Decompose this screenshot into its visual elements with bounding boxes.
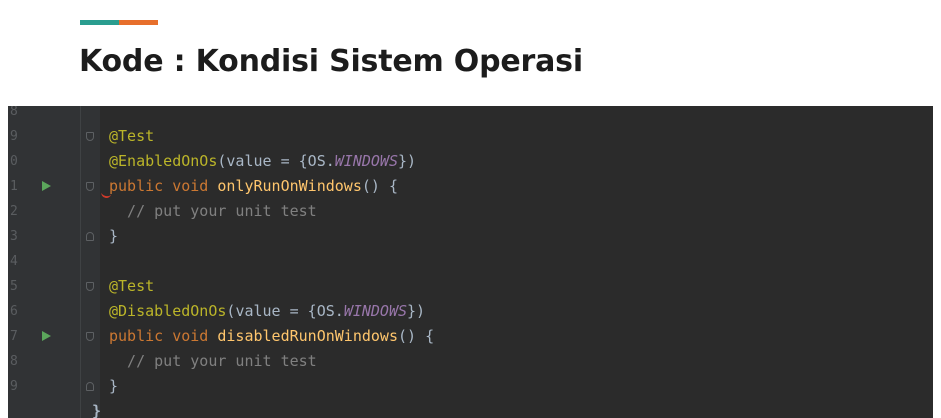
- line-number: 9: [10, 129, 18, 144]
- fold-toggle-icon[interactable]: [86, 132, 94, 141]
- code-editor[interactable]: 8 9 @Test 0 @EnabledOnOs(value = {OS.WINDOWS…: [8, 106, 933, 418]
- accent-bar-teal: [80, 20, 119, 25]
- code-line[interactable]: 9}: [8, 374, 933, 399]
- code-token: public void: [109, 327, 218, 345]
- code-token: }): [407, 302, 426, 320]
- line-number: 8: [10, 354, 18, 369]
- line-number: 9: [10, 379, 18, 394]
- code-token: // put your unit test: [109, 202, 317, 220]
- code-token: }: [109, 227, 119, 245]
- code-token: public void: [109, 177, 218, 195]
- accent-bar-orange: [119, 20, 158, 25]
- fold-toggle-icon[interactable]: [86, 232, 94, 241]
- code-token: value: [226, 152, 272, 170]
- code-line[interactable]: 7 public void disabledRunOnWindows() {: [8, 324, 933, 349]
- code-line[interactable]: 2 // put your unit test: [8, 199, 933, 224]
- code-line[interactable]: 8: [8, 106, 933, 124]
- fold-toggle-icon[interactable]: [86, 382, 94, 391]
- code-token: @Test: [109, 127, 155, 145]
- code-text: }: [109, 224, 118, 249]
- code-token: onlyRunOnWindows: [217, 177, 362, 195]
- code-token: () {: [398, 327, 435, 345]
- line-number: 1: [10, 179, 18, 194]
- code-text: public void disabledRunOnWindows() {: [109, 324, 434, 349]
- code-line[interactable]: 8 // put your unit test: [8, 349, 933, 374]
- code-token: = {OS.: [271, 152, 335, 170]
- code-line[interactable]: 6 @DisabledOnOs(value = {OS.WINDOWS}): [8, 299, 933, 324]
- code-line[interactable]: 3}: [8, 224, 933, 249]
- run-test-icon[interactable]: [42, 181, 51, 191]
- code-line[interactable]: }: [8, 399, 933, 418]
- line-number: 6: [10, 304, 18, 319]
- code-text: @Test: [109, 274, 154, 299]
- line-number: 5: [10, 279, 18, 294]
- line-number: 3: [10, 229, 18, 244]
- code-token: WINDOWS: [334, 152, 398, 170]
- code-token: = {OS.: [280, 302, 344, 320]
- code-token: @Test: [109, 277, 155, 295]
- code-token: @EnabledOnOs: [109, 152, 218, 170]
- code-text: @Test: [109, 124, 154, 149]
- fold-toggle-icon[interactable]: [86, 282, 94, 291]
- code-token: WINDOWS: [343, 302, 408, 320]
- code-text: // put your unit test: [109, 349, 317, 374]
- code-line[interactable]: 0 @EnabledOnOs(value = {OS.WINDOWS}): [8, 149, 933, 174]
- code-text: public void onlyRunOnWindows() {: [109, 174, 398, 199]
- code-line[interactable]: 4: [8, 249, 933, 274]
- line-number: 0: [10, 154, 18, 169]
- slide: Kode : Kondisi Sistem Operasi 8 9 @Test 0 @E…: [0, 0, 941, 418]
- line-number: 7: [10, 329, 18, 344]
- line-number: 4: [10, 254, 18, 269]
- code-token: }): [398, 152, 417, 170]
- line-number: 2: [10, 204, 18, 219]
- code-token: value: [235, 302, 281, 320]
- code-text: }: [92, 399, 101, 418]
- fold-toggle-icon[interactable]: [86, 182, 94, 191]
- fold-toggle-icon[interactable]: [86, 332, 94, 341]
- run-test-icon[interactable]: [42, 331, 51, 341]
- code-token: disabledRunOnWindows: [217, 327, 398, 345]
- accent-bar: [80, 20, 158, 25]
- code-line[interactable]: 9 @Test: [8, 124, 933, 149]
- line-number: 8: [10, 106, 18, 119]
- code-token: }: [109, 377, 119, 395]
- code-token: }: [92, 402, 102, 418]
- code-token: @DisabledOnOs: [109, 302, 227, 320]
- code-text: @EnabledOnOs(value = {OS.WINDOWS}): [109, 149, 416, 174]
- code-token: () {: [361, 177, 398, 195]
- slide-title: Kode : Kondisi Sistem Operasi: [79, 44, 583, 79]
- code-line[interactable]: 1 public void onlyRunOnWindows() {: [8, 174, 933, 199]
- code-line[interactable]: 5 @Test: [8, 274, 933, 299]
- code-text: }: [109, 374, 118, 399]
- code-text: // put your unit test: [109, 199, 317, 224]
- code-text: @DisabledOnOs(value = {OS.WINDOWS}): [109, 299, 425, 324]
- code-token: // put your unit test: [109, 352, 317, 370]
